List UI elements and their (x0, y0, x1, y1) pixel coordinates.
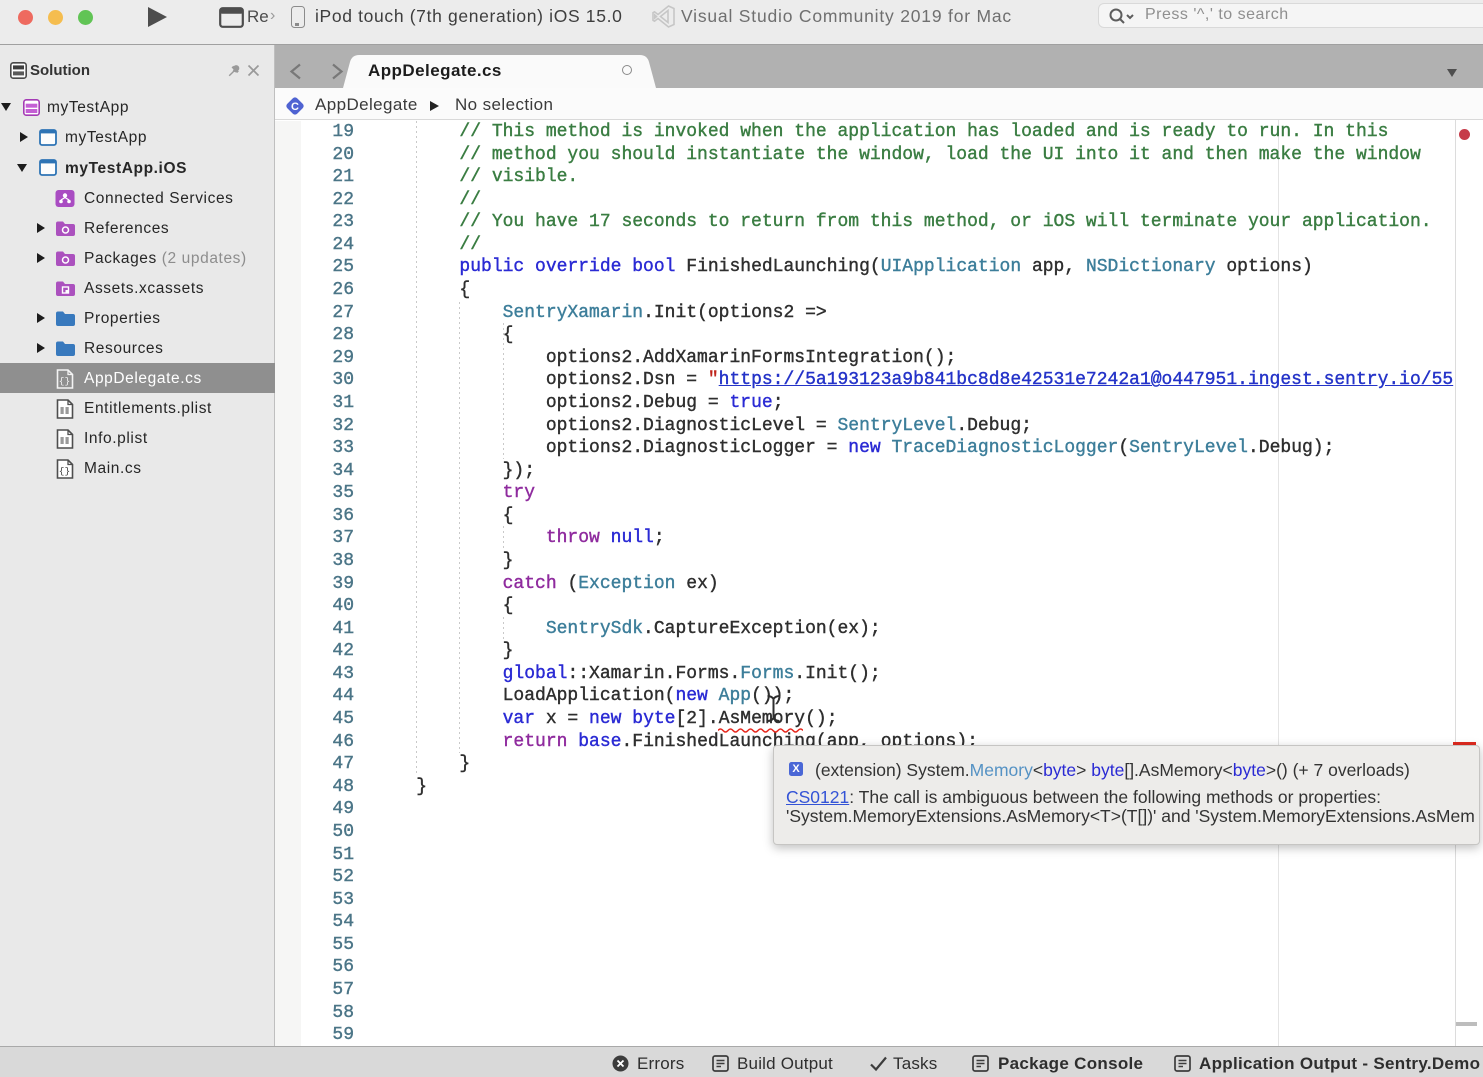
svg-text:{}: {} (59, 376, 70, 387)
svg-text:C: C (291, 101, 299, 113)
svg-text:{}: {} (59, 466, 70, 477)
